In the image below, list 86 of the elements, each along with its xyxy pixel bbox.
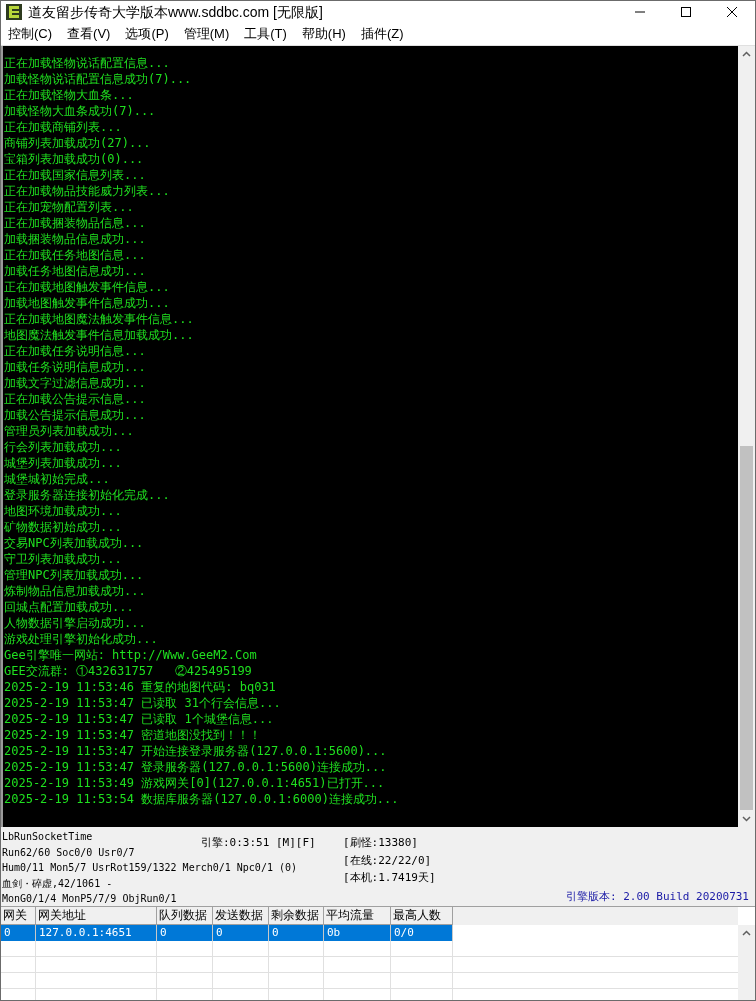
table-cell: 0 <box>1 925 36 941</box>
log-line: 管理NPC列表加载成功... <box>3 567 144 583</box>
window-title: 道友留步传奇大学版本www.sddbc.com [无限版] <box>28 2 323 22</box>
log-line: 2025-2-19 11:53:46 重复的地图代码: bq031 <box>3 679 276 695</box>
close-icon[interactable] <box>727 7 737 17</box>
log-line: 回城点配置加载成功... <box>3 599 134 615</box>
log-line: 2025-2-19 11:53:47 已读取 1个城堡信息... <box>3 711 274 727</box>
maximize-icon[interactable] <box>681 7 691 17</box>
log-line: 正在加宠物配置列表... <box>3 199 134 215</box>
log-line: 登录服务器连接初始化完成... <box>3 487 170 503</box>
log-line: 地图魔法触发事件信息加载成功... <box>3 327 194 343</box>
log-line: 地图环境加载成功... <box>3 503 122 519</box>
status-text: MonG0/1/4 MonP5/7/9 ObjRun0/1 <box>2 892 177 906</box>
log-line: 正在加载国家信息列表... <box>3 167 146 183</box>
log-line: 城堡列表加载成功... <box>3 455 122 471</box>
stat-text: [在线:22/22/0] <box>343 852 432 869</box>
log-line: 2025-2-19 11:53:54 数据库服务器(127.0.0.1:6000)连接成功... <box>3 791 399 807</box>
log-line: 2025-2-19 11:53:47 密道地图没找到！！！ <box>3 727 262 743</box>
engine-uptime: 引擎:0:3:51 [M][F] <box>201 836 316 849</box>
log-line: 正在加载地图魔法触发事件信息... <box>3 311 194 327</box>
status-text: Hum0/11 Mon5/7 UsrRot159/1322 Merch0/1 Npc0/1 (0) <box>2 861 297 875</box>
log-line: 2025-2-19 11:53:49 游戏网关[0](127.0.0.1:4651)已打开... <box>3 775 385 791</box>
log-line: 加载怪物说话配置信息成功(7)... <box>3 71 192 87</box>
scrollbar[interactable] <box>738 46 755 827</box>
status-text: 血剑・碎虚,42/1061 - <box>2 876 113 891</box>
table-cell: 0 <box>269 925 324 941</box>
log-line: 2025-2-19 11:53:47 已读取 31个行会信息... <box>3 695 281 711</box>
menu-item[interactable]: 帮助(H) <box>296 24 351 44</box>
table-cell: 127.0.0.1:4651 <box>36 925 157 941</box>
log-line: 行会列表加载成功... <box>3 439 122 455</box>
log-line: 2025-2-19 11:53:47 开始连接登录服务器(127.0.0.1:5600)... <box>3 743 387 759</box>
app-logo-icon <box>6 4 22 20</box>
log-line: 加载任务地图信息成功... <box>3 263 146 279</box>
menu-item[interactable]: 管理(M) <box>178 24 235 44</box>
menu-item[interactable]: 选项(P) <box>120 24 174 44</box>
table-row[interactable]: 0 127.0.0.1:4651 0 0 0 0b 0/0 <box>1 925 453 941</box>
table-scrollbar[interactable] <box>738 925 755 1000</box>
menu-item[interactable]: 查看(V) <box>62 24 116 44</box>
log-line: 加载任务说明信息成功... <box>3 359 146 375</box>
log-line: 加载怪物大血条成功(7)... <box>3 103 156 119</box>
log-line: 守卫列表加载成功... <box>3 551 122 567</box>
log-line: 加载地图触发事件信息成功... <box>3 295 170 311</box>
scroll-thumb[interactable] <box>740 446 753 810</box>
menu-item[interactable]: 工具(T) <box>239 24 292 44</box>
log-line: 2025-2-19 11:53:47 登录服务器(127.0.0.1:5600)连接成功... <box>3 759 387 775</box>
status-text: Run62/60 Soc0/0 Usr0/7 <box>2 845 135 860</box>
menu-item[interactable]: 控制(C) <box>3 24 58 44</box>
log-line: 正在加载捆装物品信息... <box>3 215 146 231</box>
log-line: 正在加载物品技能威力列表... <box>3 183 170 199</box>
status-text: LbRunSocketTime <box>2 830 93 844</box>
table-cell: 0/0 <box>391 925 453 941</box>
stat-text: [刷怪:13380] <box>343 835 418 851</box>
column-header[interactable]: 最高人数 <box>391 907 453 925</box>
menu-item[interactable]: 插件(Z) <box>355 24 409 44</box>
column-header[interactable]: 剩余数据 <box>269 907 324 925</box>
column-header[interactable]: 平均流量 <box>324 907 391 925</box>
engine-version: 引擎版本: 2.00 Build 20200731 <box>565 888 749 904</box>
log-line: 城堡城初始完成... <box>3 471 110 487</box>
log-line: 游戏处理引擎初始化成功... <box>3 631 158 647</box>
log-line: 宝箱列表加载成功(0)... <box>3 151 144 167</box>
table-cell: 0 <box>157 925 213 941</box>
log-line: 交易NPC列表加载成功... <box>3 535 144 551</box>
column-header[interactable]: 发送数据 <box>213 907 269 925</box>
log-line: GEE交流群: ①432631757 ②425495199 <box>3 663 252 679</box>
log-line: 人物数据引擎启动成功... <box>3 615 146 631</box>
column-header[interactable]: 队列数据 <box>157 907 213 925</box>
log-line: 正在加载怪物说话配置信息... <box>3 55 170 71</box>
column-header[interactable]: 网关 <box>1 907 36 925</box>
log-line: 炼制物品信息加载成功... <box>3 583 146 599</box>
stat-text: [本机:1.7419天] <box>343 870 436 886</box>
log-line: 加载文字过滤信息成功... <box>3 375 146 391</box>
log-line: 商铺列表加载成功(27)... <box>3 135 151 151</box>
table-cell: 0b <box>324 925 391 941</box>
column-header[interactable]: 网关地址 <box>36 907 157 925</box>
log-line: 正在加载地图触发事件信息... <box>3 279 170 295</box>
log-line: 正在加载怪物大血条... <box>3 87 134 103</box>
table-cell: 0 <box>213 925 269 941</box>
log-line: 加载捆装物品信息成功... <box>3 231 146 247</box>
log-line: 正在加载任务说明信息... <box>3 343 146 359</box>
log-line: 加载公告提示信息成功... <box>3 407 146 423</box>
log-line: 正在加载任务地图信息... <box>3 247 146 263</box>
log-line: 矿物数据初始成功... <box>3 519 122 535</box>
log-line: 正在加载商铺列表... <box>3 119 122 135</box>
log-line: 正在加载公告提示信息... <box>3 391 146 407</box>
log-line: Gee引擎唯一网站: http://Www.GeeM2.Com <box>3 647 257 663</box>
log-line: 管理员列表加载成功... <box>3 423 134 439</box>
